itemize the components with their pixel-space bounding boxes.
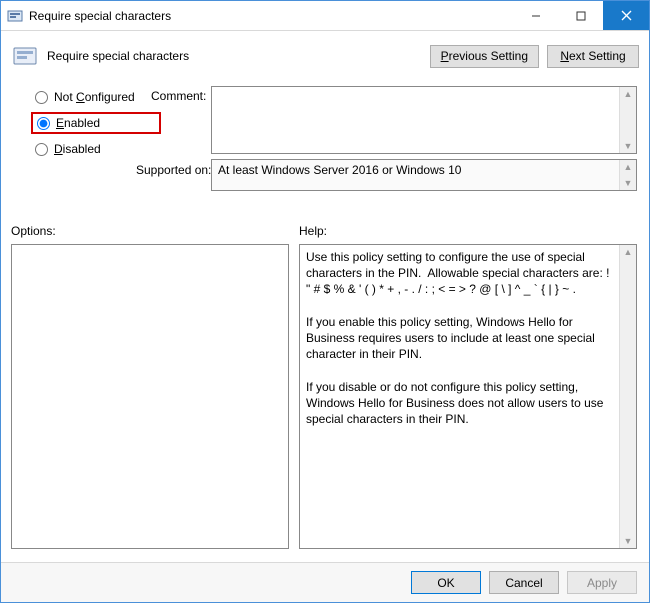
radio-disabled-input[interactable] bbox=[35, 143, 48, 156]
scrollbar[interactable]: ▲ ▼ bbox=[619, 245, 636, 548]
comment-label: Comment: bbox=[151, 89, 206, 103]
ok-button[interactable]: OK bbox=[411, 571, 481, 594]
close-button[interactable] bbox=[603, 1, 649, 30]
radio-enabled[interactable]: Enabled bbox=[31, 112, 161, 134]
radio-disabled[interactable]: Disabled bbox=[31, 138, 161, 160]
apply-button: Apply bbox=[567, 571, 637, 594]
policy-icon bbox=[7, 8, 23, 24]
scrollbar[interactable]: ▲ ▼ bbox=[619, 160, 636, 190]
maximize-button[interactable] bbox=[558, 1, 603, 30]
cancel-button[interactable]: Cancel bbox=[489, 571, 559, 594]
options-panel bbox=[11, 244, 289, 549]
radio-not-configured-label: Not Configured bbox=[54, 90, 135, 104]
dialog-content: Require special characters Previous Sett… bbox=[1, 31, 649, 602]
help-text: Use this policy setting to configure the… bbox=[300, 245, 619, 548]
previous-setting-button[interactable]: Previous Setting bbox=[430, 45, 539, 68]
radio-enabled-label: Enabled bbox=[56, 116, 100, 130]
scroll-down-icon: ▼ bbox=[620, 139, 636, 153]
title-bar: Require special characters bbox=[1, 1, 649, 31]
scrollbar[interactable]: ▲ ▼ bbox=[619, 87, 636, 153]
help-panel: Use this policy setting to configure the… bbox=[299, 244, 637, 549]
policy-icon bbox=[11, 44, 39, 68]
state-radio-group: Not Configured Enabled Disabled bbox=[31, 86, 161, 164]
scroll-down-icon: ▼ bbox=[620, 176, 636, 190]
window-title: Require special characters bbox=[29, 9, 513, 23]
minimize-button[interactable] bbox=[513, 1, 558, 30]
radio-enabled-input[interactable] bbox=[37, 117, 50, 130]
footer: OK Cancel Apply bbox=[1, 562, 649, 602]
radio-not-configured[interactable]: Not Configured bbox=[31, 86, 161, 108]
radio-not-configured-input[interactable] bbox=[35, 91, 48, 104]
scroll-up-icon: ▲ bbox=[620, 87, 636, 101]
supported-on-field-container: At least Windows Server 2016 or Windows … bbox=[211, 159, 637, 191]
comment-field-container: ▲ ▼ bbox=[211, 86, 637, 154]
options-label: Options: bbox=[11, 224, 56, 238]
radio-disabled-label: Disabled bbox=[54, 142, 101, 156]
comment-field[interactable] bbox=[212, 87, 619, 153]
next-setting-button[interactable]: Next Setting bbox=[547, 45, 639, 68]
scroll-up-icon: ▲ bbox=[620, 160, 636, 174]
help-label: Help: bbox=[299, 224, 327, 238]
header-row: Require special characters Previous Sett… bbox=[11, 41, 639, 71]
scroll-up-icon: ▲ bbox=[620, 245, 636, 259]
supported-on-label: Supported on: bbox=[136, 163, 211, 177]
supported-on-value: At least Windows Server 2016 or Windows … bbox=[212, 160, 619, 190]
scroll-down-icon: ▼ bbox=[620, 534, 636, 548]
window-controls bbox=[513, 1, 649, 30]
policy-title: Require special characters bbox=[47, 49, 422, 63]
